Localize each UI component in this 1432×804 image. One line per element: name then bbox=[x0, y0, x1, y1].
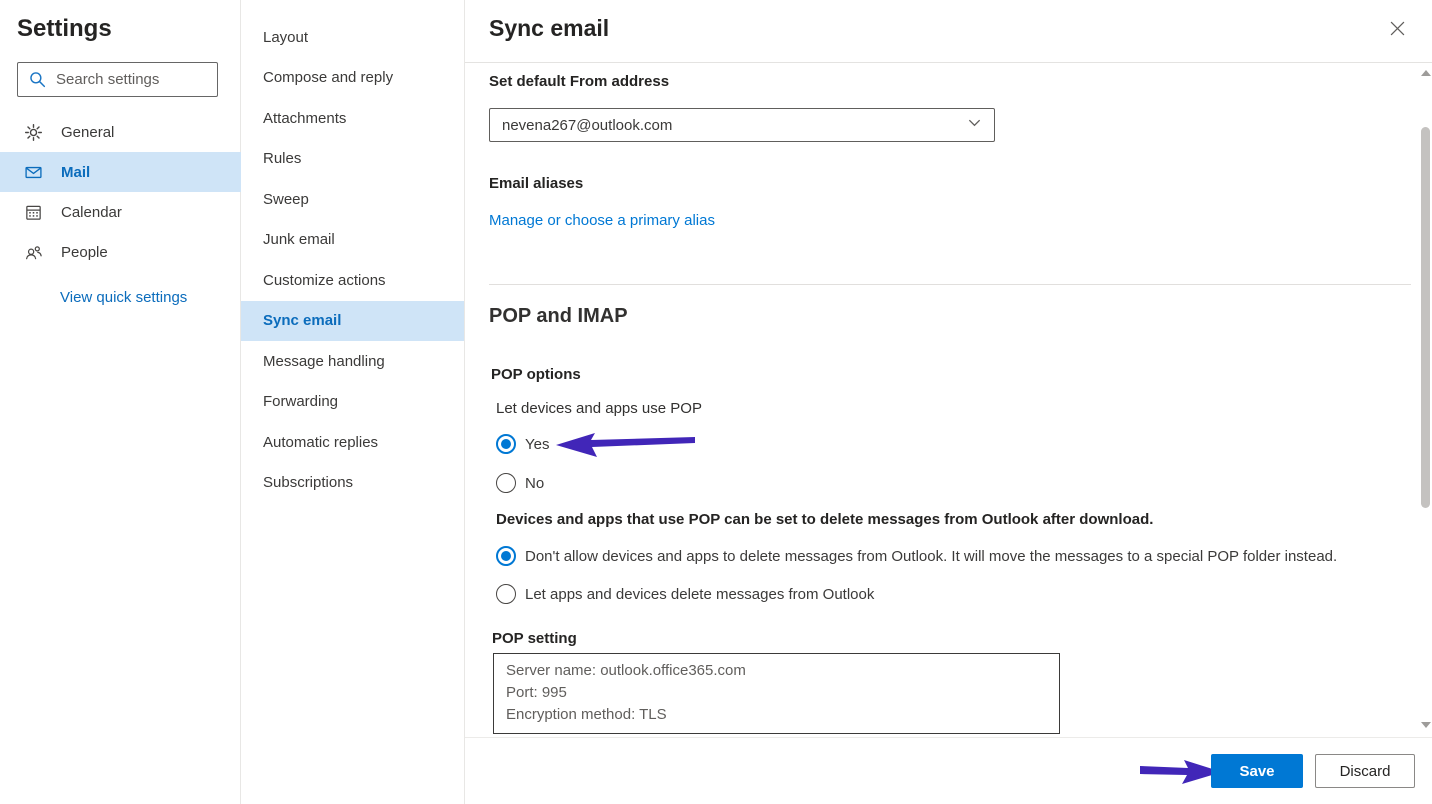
scrollbar-thumb[interactable] bbox=[1421, 127, 1430, 508]
from-address-label: Set default From address bbox=[489, 73, 669, 90]
nav-item-layout[interactable]: Layout bbox=[241, 17, 464, 58]
sidebar-item-label: People bbox=[61, 244, 108, 261]
settings-nav: General Mail Calendar People bbox=[0, 112, 241, 272]
sidebar-item-label: General bbox=[61, 124, 114, 141]
sync-email-panel: Sync email Set default From address neve… bbox=[465, 0, 1432, 804]
scrollbar-up-arrow-icon[interactable] bbox=[1421, 70, 1431, 76]
sidebar-item-general[interactable]: General bbox=[0, 112, 241, 152]
scrollbar-down-arrow-icon[interactable] bbox=[1421, 722, 1431, 728]
radio-no-label: No bbox=[525, 475, 544, 492]
radio-let-delete-control[interactable] bbox=[496, 584, 516, 604]
from-address-value: nevena267@outlook.com bbox=[502, 117, 672, 134]
close-icon bbox=[1390, 21, 1405, 41]
settings-title: Settings bbox=[17, 15, 112, 43]
section-divider bbox=[489, 284, 1411, 285]
sidebar-item-label: Mail bbox=[61, 164, 90, 181]
pop-encryption: Encryption method: TLS bbox=[506, 704, 1047, 726]
view-quick-settings-link[interactable]: View quick settings bbox=[60, 289, 187, 306]
radio-option-dont-allow-delete[interactable]: Don't allow devices and apps to delete m… bbox=[496, 546, 1337, 566]
radio-dont-allow-control[interactable] bbox=[496, 546, 516, 566]
discard-button[interactable]: Discard bbox=[1315, 754, 1415, 788]
sidebar-item-people[interactable]: People bbox=[0, 232, 241, 272]
radio-yes-control[interactable] bbox=[496, 434, 516, 454]
radio-option-yes[interactable]: Yes bbox=[496, 434, 549, 454]
pop-setting-box: Server name: outlook.office365.com Port:… bbox=[493, 653, 1060, 734]
radio-option-let-delete[interactable]: Let apps and devices delete messages fro… bbox=[496, 584, 874, 604]
sidebar-item-label: Calendar bbox=[61, 204, 122, 221]
settings-sidebar: Settings General Mail bbox=[0, 0, 241, 804]
search-icon bbox=[28, 70, 47, 89]
save-button[interactable]: Save bbox=[1211, 754, 1303, 788]
close-button[interactable] bbox=[1385, 19, 1409, 43]
nav-item-subscriptions[interactable]: Subscriptions bbox=[241, 463, 464, 504]
annotation-arrow-yes bbox=[553, 430, 698, 465]
nav-item-sweep[interactable]: Sweep bbox=[241, 179, 464, 220]
search-settings-input[interactable] bbox=[56, 71, 209, 88]
header-divider bbox=[465, 62, 1432, 63]
from-address-dropdown[interactable]: nevena267@outlook.com bbox=[489, 108, 995, 142]
manage-alias-link[interactable]: Manage or choose a primary alias bbox=[489, 212, 715, 229]
sidebar-item-mail[interactable]: Mail bbox=[0, 152, 241, 192]
nav-item-sync-email[interactable]: Sync email bbox=[241, 301, 464, 342]
nav-item-forwarding[interactable]: Forwarding bbox=[241, 382, 464, 423]
settings-dialog: Settings General Mail bbox=[0, 0, 1432, 804]
page-title: Sync email bbox=[489, 15, 609, 42]
nav-item-junk-email[interactable]: Junk email bbox=[241, 220, 464, 261]
nav-item-rules[interactable]: Rules bbox=[241, 139, 464, 180]
pop-options-label: POP options bbox=[491, 366, 581, 383]
nav-item-attachments[interactable]: Attachments bbox=[241, 98, 464, 139]
nav-item-compose-and-reply[interactable]: Compose and reply bbox=[241, 58, 464, 99]
search-settings-box[interactable] bbox=[17, 62, 218, 97]
footer-divider bbox=[465, 737, 1432, 738]
sidebar-item-calendar[interactable]: Calendar bbox=[0, 192, 241, 232]
radio-dont-allow-label: Don't allow devices and apps to delete m… bbox=[525, 548, 1337, 565]
use-pop-label: Let devices and apps use POP bbox=[496, 400, 702, 417]
nav-item-automatic-replies[interactable]: Automatic replies bbox=[241, 422, 464, 463]
nav-item-customize-actions[interactable]: Customize actions bbox=[241, 260, 464, 301]
nav-item-message-handling[interactable]: Message handling bbox=[241, 341, 464, 382]
radio-let-delete-label: Let apps and devices delete messages fro… bbox=[525, 586, 874, 603]
pop-setting-label: POP setting bbox=[492, 630, 577, 647]
radio-option-no[interactable]: No bbox=[496, 473, 544, 493]
mail-icon bbox=[24, 163, 43, 182]
pop-imap-heading: POP and IMAP bbox=[489, 305, 628, 328]
chevron-down-icon bbox=[967, 115, 982, 135]
radio-no-control[interactable] bbox=[496, 473, 516, 493]
mail-settings-nav: Layout Compose and reply Attachments Rul… bbox=[241, 0, 465, 804]
pop-delete-question: Devices and apps that use POP can be set… bbox=[496, 511, 1153, 528]
panel-scrollbar[interactable] bbox=[1420, 62, 1432, 738]
radio-yes-label: Yes bbox=[525, 436, 549, 453]
email-aliases-label: Email aliases bbox=[489, 175, 583, 192]
calendar-icon bbox=[24, 203, 43, 222]
people-icon bbox=[24, 243, 43, 262]
gear-icon bbox=[24, 123, 43, 142]
pop-port: Port: 995 bbox=[506, 682, 1047, 704]
pop-server-name: Server name: outlook.office365.com bbox=[506, 660, 1047, 682]
